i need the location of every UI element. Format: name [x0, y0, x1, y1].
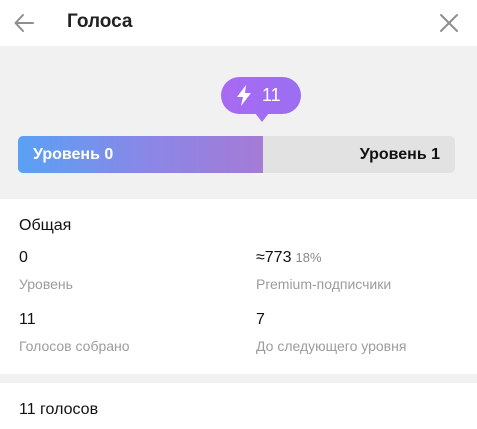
back-button[interactable] [10, 8, 40, 38]
section-divider [0, 374, 477, 383]
lightning-icon [237, 85, 251, 106]
stat-level-value: 0 [19, 249, 28, 266]
current-level-label: Уровень 0 [33, 146, 114, 163]
arrow-left-icon [14, 14, 34, 32]
stat-collected-label: Голосов собрано [19, 338, 130, 354]
next-level-label: Уровень 1 [359, 146, 440, 163]
stat-collected-value: 11 [19, 311, 36, 328]
level-progress-bar: Уровень 0 Уровень 1 [18, 136, 455, 173]
stat-premium-label: Premium-подписчики [256, 276, 392, 292]
stat-collected: 11 Голосов собрано [19, 311, 130, 354]
boost-level-panel: 11 Уровень 0 Уровень 1 [0, 46, 477, 199]
close-button[interactable] [434, 8, 464, 38]
boost-count: 11 [262, 85, 281, 105]
stat-level: 0 Уровень [19, 249, 73, 292]
stat-to-next: 7 До следующего уровня [256, 311, 406, 354]
section-title: Общая [19, 217, 72, 234]
stat-level-label: Уровень [19, 276, 73, 292]
stat-to-next-value: 7 [256, 311, 265, 328]
stat-to-next-label: До следующего уровня [256, 338, 407, 354]
stat-premium-value-row: ≈773 18% [256, 249, 391, 267]
header: Голоса [0, 0, 477, 46]
stats-section: Общая 0 Уровень ≈773 18% Premium-подписчи… [0, 199, 477, 374]
stat-premium-value: ≈773 [256, 249, 292, 266]
votes-list-title: 11 голосов [19, 401, 99, 418]
stat-premium-percent: 18% [295, 250, 322, 265]
stat-premium: ≈773 18% Premium-подписчики [256, 249, 391, 292]
boost-badge: 11 [221, 77, 301, 122]
page-title: Голоса [67, 11, 133, 32]
close-icon [440, 14, 458, 32]
